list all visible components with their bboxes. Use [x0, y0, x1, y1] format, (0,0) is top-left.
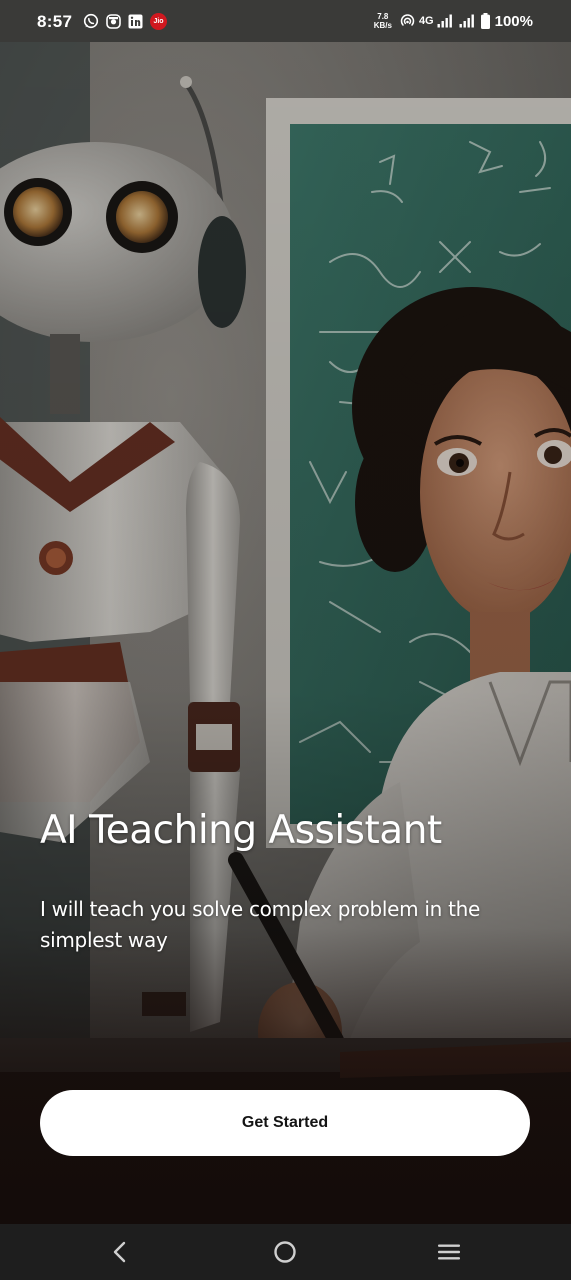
recent-apps-button[interactable] [434, 1238, 464, 1266]
back-icon [113, 1241, 126, 1263]
linkedin-icon [128, 14, 143, 28]
status-bar: 8:57 Jio 7.8 KB/s 4G 100% [0, 0, 571, 42]
hero-gradient-overlay [0, 42, 571, 1224]
signal-icon [437, 14, 452, 28]
back-button[interactable] [105, 1238, 135, 1266]
network-speed: 7.8 KB/s [374, 12, 392, 30]
whatsapp-icon [83, 13, 99, 29]
onboarding-subtitle: I will teach you solve complex problem i… [40, 897, 481, 952]
network-speed-unit: KB/s [373, 21, 392, 30]
battery-level: 100% [494, 12, 533, 30]
hero-illustration [0, 42, 571, 1224]
hotspot-icon [400, 13, 415, 26]
network-speed-value: 7.8 [377, 12, 389, 21]
home-button[interactable] [270, 1238, 300, 1266]
battery-icon [480, 13, 490, 29]
onboarding-screen: 8:57 Jio 7.8 KB/s 4G 100% AI Teaching As… [0, 0, 571, 1280]
status-time: 8:57 [37, 12, 73, 31]
jio-icon: Jio [150, 12, 167, 30]
system-indicators: 7.8 KB/s 4G 100% [374, 11, 533, 31]
network-type: 4G [418, 15, 434, 27]
signal-icon-sim2 [459, 14, 474, 28]
onboarding-title: AI Teaching Assistant [40, 808, 442, 853]
home-icon [274, 1241, 296, 1263]
instagram-icon [106, 13, 121, 29]
recent-apps-icon [438, 1244, 460, 1260]
get-started-button[interactable]: Get Started [40, 1090, 530, 1156]
notification-icons: Jio [83, 12, 167, 30]
navigation-bar [0, 1224, 571, 1280]
